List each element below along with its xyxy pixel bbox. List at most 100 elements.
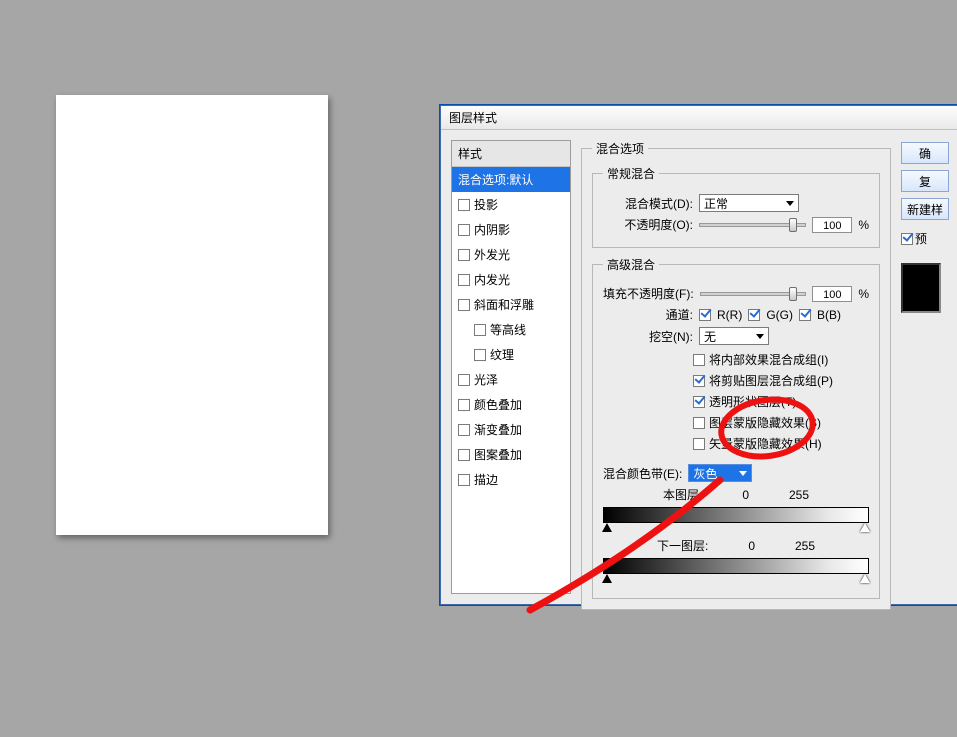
style-item-label: 光泽 [474, 371, 498, 388]
adv-option-checkbox[interactable] [693, 354, 705, 366]
fill-opacity-value[interactable]: 100 [812, 286, 852, 302]
style-item-label: 外发光 [474, 246, 510, 263]
opacity-label: 不透明度(O): [603, 216, 693, 233]
style-item-5[interactable]: 斜面和浮雕 [452, 292, 570, 317]
underlying-layer-ramp[interactable] [603, 558, 869, 574]
cancel-button[interactable]: 复 [901, 170, 949, 192]
underlying-high: 255 [795, 539, 815, 553]
style-item-0[interactable]: 混合选项:默认 [452, 167, 570, 192]
style-item-7[interactable]: 纹理 [452, 342, 570, 367]
advanced-blending-legend: 高级混合 [603, 256, 659, 273]
dialog-titlebar[interactable]: 图层样式 [441, 106, 957, 130]
style-item-8[interactable]: 光泽 [452, 367, 570, 392]
fill-opacity-slider[interactable] [700, 292, 807, 296]
style-item-1[interactable]: 投影 [452, 192, 570, 217]
dialog-side-buttons: 确 复 新建样 预 [901, 140, 949, 594]
style-item-label: 混合选项:默认 [458, 171, 533, 188]
style-item-label: 斜面和浮雕 [474, 296, 534, 313]
opacity-value[interactable]: 100 [812, 217, 852, 233]
ok-button[interactable]: 确 [901, 142, 949, 164]
style-item-label: 颜色叠加 [474, 396, 522, 413]
underlying-layer-label: 下一图层: [657, 537, 708, 554]
general-blending-legend: 常规混合 [603, 165, 659, 182]
style-item-4[interactable]: 内发光 [452, 267, 570, 292]
adv-option-3: 图层蒙版隐藏效果(S) [693, 414, 821, 431]
adv-option-checkbox[interactable] [693, 375, 705, 387]
blending-options-group: 混合选项 常规混合 混合模式(D): 正常 不透明度(O): 100 % [581, 140, 891, 610]
opacity-slider[interactable] [699, 223, 806, 227]
adv-option-label: 图层蒙版隐藏效果(S) [709, 414, 821, 431]
style-checkbox[interactable] [458, 299, 470, 311]
style-item-12[interactable]: 描边 [452, 467, 570, 492]
style-item-11[interactable]: 图案叠加 [452, 442, 570, 467]
style-checkbox[interactable] [458, 224, 470, 236]
style-item-label: 图案叠加 [474, 446, 522, 463]
dialog-title: 图层样式 [449, 109, 497, 126]
style-checkbox[interactable] [458, 374, 470, 386]
fill-opacity-label: 填充不透明度(F): [603, 285, 694, 302]
preview-checkbox[interactable] [901, 233, 913, 245]
adv-option-1: 将剪贴图层混合成组(P) [693, 372, 833, 389]
general-blending-group: 常规混合 混合模式(D): 正常 不透明度(O): 100 % [592, 165, 880, 248]
percent-label: % [858, 218, 869, 232]
blending-options-legend: 混合选项 [592, 140, 648, 157]
adv-option-checkbox[interactable] [693, 396, 705, 408]
style-item-label: 投影 [474, 196, 498, 213]
adv-option-2: 透明形状图层(T) [693, 393, 796, 410]
adv-option-label: 将内部效果混合成组(I) [709, 351, 828, 368]
layer-style-dialog: 图层样式 样式 混合选项:默认投影内阴影外发光内发光斜面和浮雕等高线纹理光泽颜色… [440, 105, 957, 605]
style-checkbox[interactable] [474, 324, 486, 336]
this-layer-ramp[interactable] [603, 507, 869, 523]
blend-mode-select[interactable]: 正常 [699, 194, 799, 212]
blend-if-select[interactable]: 灰色 [688, 464, 752, 482]
chevron-down-icon [756, 334, 764, 339]
channel-b-checkbox[interactable] [799, 309, 811, 321]
adv-option-label: 矢量蒙版隐藏效果(H) [709, 435, 822, 452]
style-item-label: 描边 [474, 471, 498, 488]
this-layer-label: 本图层: [663, 486, 702, 503]
style-checkbox[interactable] [458, 424, 470, 436]
knockout-select[interactable]: 无 [699, 327, 769, 345]
percent-label: % [858, 287, 869, 301]
style-item-label: 渐变叠加 [474, 421, 522, 438]
style-item-label: 纹理 [490, 346, 514, 363]
adv-option-0: 将内部效果混合成组(I) [693, 351, 828, 368]
styles-list: 样式 混合选项:默认投影内阴影外发光内发光斜面和浮雕等高线纹理光泽颜色叠加渐变叠… [451, 140, 571, 594]
style-item-2[interactable]: 内阴影 [452, 217, 570, 242]
chevron-down-icon [739, 471, 747, 476]
channels-label: 通道: [603, 306, 693, 323]
adv-option-label: 透明形状图层(T) [709, 393, 796, 410]
adv-option-label: 将剪贴图层混合成组(P) [709, 372, 833, 389]
style-item-9[interactable]: 颜色叠加 [452, 392, 570, 417]
style-item-label: 内阴影 [474, 221, 510, 238]
document-canvas[interactable] [56, 95, 328, 535]
knockout-label: 挖空(N): [603, 328, 693, 345]
style-checkbox[interactable] [458, 474, 470, 486]
blend-if-label: 混合颜色带(E): [603, 465, 682, 482]
this-layer-low: 0 [742, 488, 749, 502]
channel-g-checkbox[interactable] [748, 309, 760, 321]
chevron-down-icon [786, 201, 794, 206]
new-style-button[interactable]: 新建样 [901, 198, 949, 220]
style-checkbox[interactable] [458, 199, 470, 211]
style-checkbox[interactable] [458, 249, 470, 261]
style-checkbox[interactable] [474, 349, 486, 361]
blend-mode-label: 混合模式(D): [603, 195, 693, 212]
preview-swatch [901, 263, 941, 313]
adv-option-checkbox[interactable] [693, 417, 705, 429]
channel-r-checkbox[interactable] [699, 309, 711, 321]
style-item-10[interactable]: 渐变叠加 [452, 417, 570, 442]
advanced-blending-group: 高级混合 填充不透明度(F): 100 % 通道: R(R) G(G) B(B) [592, 256, 880, 599]
dialog-body: 样式 混合选项:默认投影内阴影外发光内发光斜面和浮雕等高线纹理光泽颜色叠加渐变叠… [441, 130, 957, 604]
style-checkbox[interactable] [458, 274, 470, 286]
styles-header: 样式 [452, 141, 570, 167]
style-item-6[interactable]: 等高线 [452, 317, 570, 342]
style-item-3[interactable]: 外发光 [452, 242, 570, 267]
adv-option-checkbox[interactable] [693, 438, 705, 450]
style-checkbox[interactable] [458, 399, 470, 411]
style-item-label: 内发光 [474, 271, 510, 288]
options-panel: 混合选项 常规混合 混合模式(D): 正常 不透明度(O): 100 % [581, 140, 891, 594]
style-checkbox[interactable] [458, 449, 470, 461]
underlying-low: 0 [748, 539, 755, 553]
this-layer-high: 255 [789, 488, 809, 502]
